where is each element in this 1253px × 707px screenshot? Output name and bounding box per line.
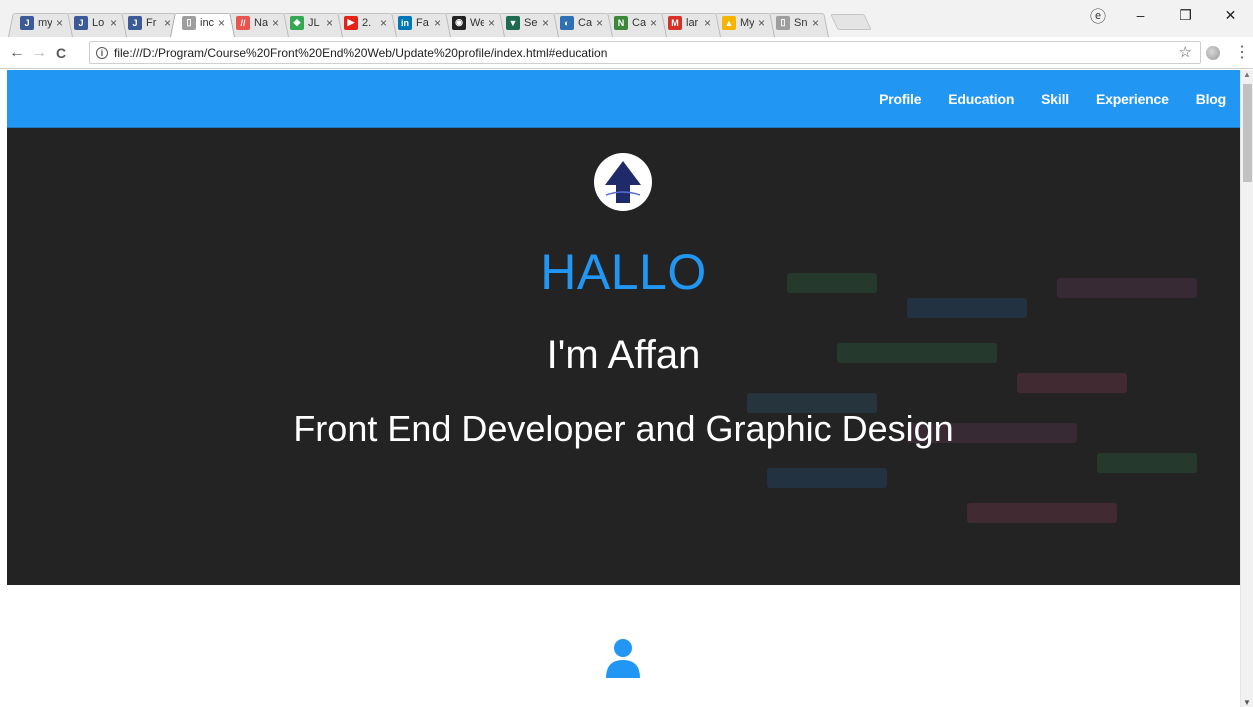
tab-close-icon[interactable]: × bbox=[596, 16, 603, 30]
document-icon: ▯ bbox=[182, 15, 196, 30]
restore-button[interactable]: ❐ bbox=[1163, 7, 1208, 24]
tab-close-icon[interactable]: × bbox=[380, 16, 387, 30]
tab-title: inc bbox=[200, 16, 214, 29]
tab-close-icon[interactable]: × bbox=[272, 16, 279, 30]
tab-title: Na bbox=[254, 16, 268, 29]
tab-title: lar bbox=[686, 16, 699, 29]
tab-title: We bbox=[470, 16, 484, 29]
tab-title: Fr bbox=[146, 16, 157, 29]
window-controls: ⓔ – ❐ ✕ bbox=[1078, 0, 1253, 30]
nav-link-blog[interactable]: Blog bbox=[1196, 91, 1227, 107]
linkedin-icon: in bbox=[398, 15, 412, 30]
circle-icon: ◐ bbox=[560, 15, 574, 30]
back-button[interactable]: ← bbox=[6, 44, 28, 62]
tab-title: JL bbox=[308, 16, 320, 29]
extension-icon[interactable] bbox=[1206, 46, 1220, 60]
tab-close-icon[interactable]: × bbox=[434, 16, 441, 30]
profile-section bbox=[7, 585, 1240, 707]
document-icon: ▯ bbox=[776, 15, 790, 30]
tab-title: Ca bbox=[632, 16, 646, 29]
tab-close-icon[interactable]: × bbox=[812, 16, 819, 30]
tab-title: My bbox=[740, 16, 754, 29]
close-window-button[interactable]: ✕ bbox=[1208, 7, 1253, 24]
browser-tab[interactable]: Jmy × bbox=[8, 8, 73, 37]
hero-role: Front End Developer and Graphic Design bbox=[293, 408, 954, 449]
site-navbar: Profile Education Skill Experience Blog bbox=[7, 70, 1240, 128]
browser-menu-icon[interactable]: ⋮ bbox=[1234, 42, 1250, 62]
tab-title: 2. bbox=[362, 16, 372, 29]
gmail-icon: M bbox=[668, 15, 682, 30]
camera-icon: ◉ bbox=[452, 15, 466, 30]
minimize-button[interactable]: – bbox=[1118, 7, 1163, 23]
scroll-thumb[interactable] bbox=[1243, 84, 1252, 182]
nav-link-skill[interactable]: Skill bbox=[1041, 91, 1069, 107]
maps-icon: ◆ bbox=[290, 15, 304, 30]
jsfiddle-icon: J bbox=[20, 15, 34, 30]
browser-tab-strip: Jmy × J Lo × J Fr × ▯ inc × // Na × ◆ JL × ▶ 2. × in Fa × ◉ We × ▼… bbox=[0, 0, 1253, 37]
tab-title: my bbox=[38, 16, 52, 29]
youtube-icon: ▶ bbox=[344, 15, 358, 30]
tab-close-icon[interactable]: × bbox=[218, 16, 225, 30]
reload-button[interactable]: C bbox=[50, 45, 72, 61]
tab-close-icon[interactable]: × bbox=[326, 16, 333, 30]
up-arrow-icon bbox=[605, 161, 641, 203]
site-logo[interactable] bbox=[594, 153, 652, 211]
bookmark-star-icon[interactable]: ☆ bbox=[1179, 43, 1192, 61]
jsfiddle-icon: J bbox=[128, 15, 142, 30]
profile-icon[interactable]: ⓔ bbox=[1078, 3, 1118, 27]
nav-link-education[interactable]: Education bbox=[948, 91, 1014, 107]
tab-close-icon[interactable]: × bbox=[758, 16, 765, 30]
scroll-down-arrow-icon[interactable]: ▼ bbox=[1243, 698, 1251, 707]
tab-title: Lo bbox=[92, 16, 105, 29]
tab-close-icon[interactable]: × bbox=[110, 16, 117, 30]
new-tab-button[interactable] bbox=[830, 14, 872, 30]
nav-link-experience[interactable]: Experience bbox=[1096, 91, 1169, 107]
tab-close-icon[interactable]: × bbox=[542, 16, 549, 30]
hero-greeting: HALLO bbox=[540, 244, 707, 300]
info-icon[interactable]: i bbox=[96, 46, 108, 59]
drive-icon: ▲ bbox=[722, 15, 736, 30]
nav-link-profile[interactable]: Profile bbox=[879, 91, 921, 107]
tab-title: Ca bbox=[578, 16, 592, 29]
page-viewport: Profile Education Skill Experience Blog bbox=[7, 70, 1240, 707]
nodejs-icon: N bbox=[614, 15, 628, 30]
user-icon bbox=[606, 639, 640, 678]
browser-tab[interactable]: ▯ inc × bbox=[170, 8, 235, 37]
tab-title: Se bbox=[524, 16, 538, 29]
tab-title: Sn bbox=[794, 16, 808, 29]
filter-icon: ▼ bbox=[506, 15, 520, 30]
tab-close-icon[interactable]: × bbox=[704, 16, 711, 30]
tab-close-icon[interactable]: × bbox=[56, 16, 63, 30]
hero-name: I'm Affan bbox=[546, 333, 701, 377]
address-bar[interactable]: i file:///D:/Program/Course%20Front%20En… bbox=[89, 41, 1201, 64]
stripes-icon: // bbox=[236, 15, 250, 30]
browser-toolbar: ← → C i file:///D:/Program/Course%20Fron… bbox=[0, 37, 1253, 69]
forward-button[interactable]: → bbox=[28, 44, 50, 62]
tab-close-icon[interactable]: × bbox=[488, 16, 495, 30]
tab-list: Jmy × J Lo × J Fr × ▯ inc × // Na × ◆ JL × ▶ 2. × in Fa × ◉ We × ▼… bbox=[8, 8, 872, 37]
tab-close-icon[interactable]: × bbox=[650, 16, 657, 30]
url-text[interactable]: file:///D:/Program/Course%20Front%20End%… bbox=[114, 46, 607, 60]
page-scrollbar[interactable]: ▲ ▼ bbox=[1240, 70, 1253, 707]
scroll-up-arrow-icon[interactable]: ▲ bbox=[1243, 70, 1251, 79]
hero-section: HALLO I'm Affan Front End Developer and … bbox=[7, 128, 1240, 585]
jsfiddle-icon: J bbox=[74, 15, 88, 30]
tab-title: Fa bbox=[416, 16, 429, 29]
nav-links: Profile Education Skill Experience Blog bbox=[852, 70, 1226, 128]
